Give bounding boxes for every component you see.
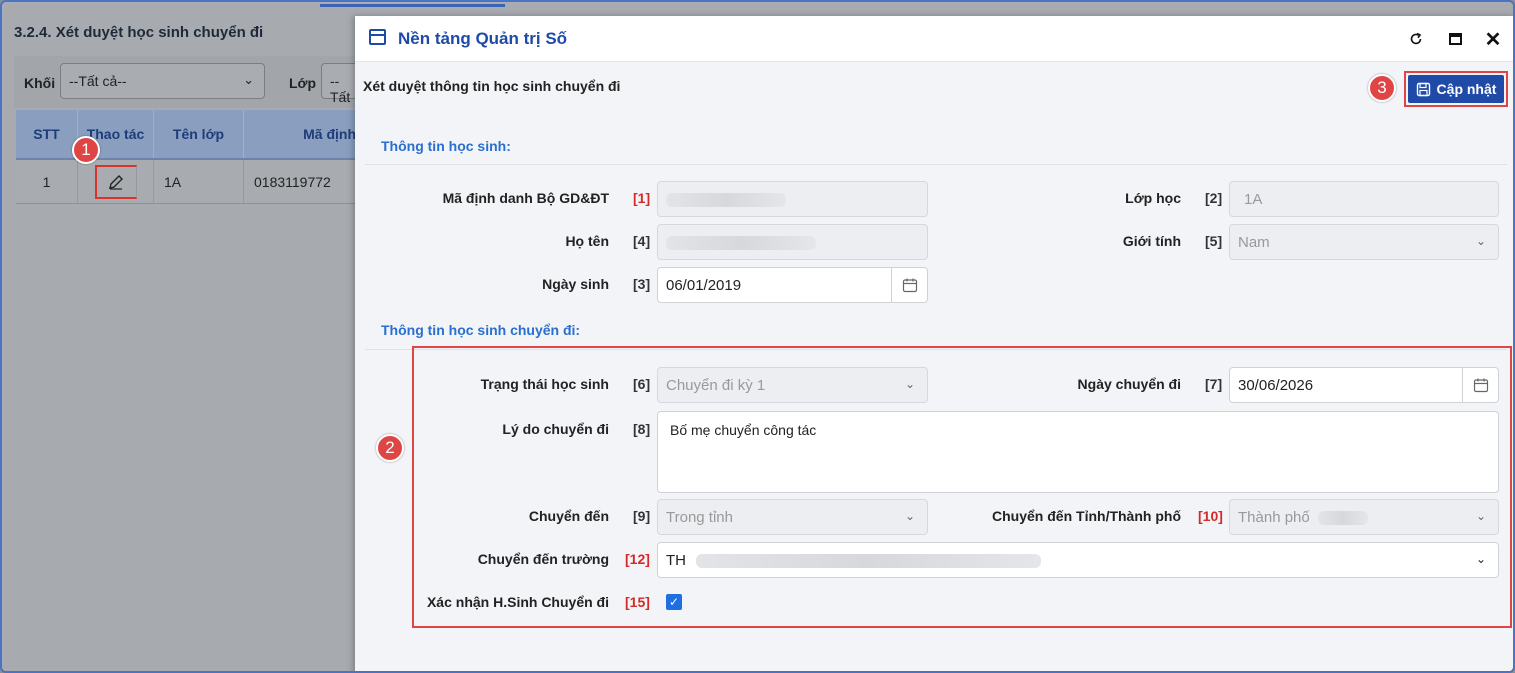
maximize-icon[interactable] — [1444, 28, 1466, 50]
transfer-approval-dialog: Nền tảng Quản trị Số ✕ Xét duyệt thông t… — [355, 16, 1513, 671]
calendar-icon[interactable] — [891, 268, 927, 302]
page-title: 3.2.4. Xét duyệt học sinh chuyển đi — [14, 24, 264, 41]
window-icon — [369, 29, 386, 45]
update-button-label: Cập nhật — [1436, 81, 1497, 97]
cell-actions — [78, 160, 154, 203]
xac-nhan-label: Xác nhận H.Sinh Chuyển đi — [426, 594, 609, 610]
ngay-sinh-index: [3] — [633, 276, 651, 292]
redacted-value — [1317, 511, 1368, 526]
chuyen-den-tinh-label: Chuyển đến Tỉnh/Thành phố — [992, 508, 1181, 524]
active-tab-indicator — [320, 4, 505, 7]
chuyen-den-index: [9] — [633, 508, 651, 524]
filter-khoi-value: --Tất cả-- — [69, 73, 127, 89]
ho-ten-index: [4] — [633, 233, 651, 249]
cell-class: 1A — [154, 160, 244, 203]
ngay-sinh-label: Ngày sinh — [542, 276, 609, 292]
ngay-chuyen-di-index: [7] — [1205, 376, 1223, 392]
lop-hoc-label: Lớp học — [1125, 190, 1181, 206]
gioi-tinh-select[interactable]: Nam ⌄ — [1229, 224, 1499, 260]
ho-ten-label: Họ tên — [565, 233, 609, 249]
dialog-header: Nền tảng Quản trị Số ✕ — [355, 16, 1513, 62]
chuyen-den-tinh-select[interactable]: Thành phố ⌄ — [1229, 499, 1499, 535]
ma-dinh-danh-index: [1] — [633, 190, 651, 206]
section-transfer-info-title: Thông tin học sinh chuyển đi: — [381, 322, 581, 338]
chuyen-den-truong-index: [12] — [625, 551, 650, 567]
table-row[interactable]: 1 1A 0183119772 — [16, 160, 361, 204]
filter-lop-label: Lớp — [289, 75, 317, 91]
chuyen-den-value: Trong tỉnh — [666, 509, 733, 526]
ngay-chuyen-di-datepicker[interactable]: 30/06/2026 — [1229, 367, 1499, 403]
cell-stt: 1 — [16, 160, 78, 203]
redacted-value — [696, 554, 1042, 569]
screenshot-frame: 3.2.4. Xét duyệt học sinh chuyển đi Khối… — [0, 0, 1515, 673]
chevron-down-icon: ⌄ — [1475, 509, 1486, 523]
header-stt: STT — [16, 110, 78, 158]
chevron-down-icon: ⌄ — [904, 377, 915, 391]
ly-do-textarea[interactable]: Bố mẹ chuyển công tác — [657, 411, 1499, 493]
ngay-chuyen-di-label: Ngày chuyển đi — [1077, 376, 1181, 392]
chevron-down-icon: ⌄ — [904, 509, 915, 523]
ngay-sinh-datepicker[interactable]: 06/01/2019 — [657, 267, 928, 303]
calendar-icon[interactable] — [1462, 368, 1498, 402]
dialog-subtitle: Xét duyệt thông tin học sinh chuyển đi — [363, 78, 621, 94]
dialog-title: Nền tảng Quản trị Số — [398, 29, 568, 48]
chuyen-den-tinh-value: Thành phố — [1238, 509, 1310, 526]
ngay-chuyen-di-value: 30/06/2026 — [1238, 377, 1314, 394]
lop-hoc-field: 1A — [1229, 181, 1499, 217]
ly-do-index: [8] — [633, 421, 651, 437]
close-icon[interactable]: ✕ — [1482, 28, 1504, 51]
chuyen-den-tinh-index: [10] — [1198, 508, 1223, 524]
header-ma-dinh: Mã định — [244, 110, 361, 158]
header-ten-lop: Tên lớp — [154, 110, 244, 158]
chevron-down-icon: ⌄ — [243, 72, 254, 87]
ly-do-label: Lý do chuyển đi — [502, 421, 609, 437]
ho-ten-field — [657, 224, 928, 260]
check-icon: ✓ — [668, 595, 680, 609]
ma-dinh-danh-label: Mã định danh Bộ GD&ĐT — [442, 190, 609, 206]
trang-thai-label: Trạng thái học sinh — [480, 376, 609, 392]
pencil-icon — [109, 174, 123, 190]
filter-khoi-select[interactable]: --Tất cả-- ⌄ — [60, 63, 265, 99]
section-divider — [365, 164, 1507, 165]
xac-nhan-index: [15] — [625, 594, 650, 610]
chuyen-den-label: Chuyển đến — [528, 508, 609, 524]
xac-nhan-checkbox[interactable]: ✓ — [666, 594, 682, 610]
gioi-tinh-index: [5] — [1205, 233, 1223, 249]
save-icon — [1416, 82, 1430, 96]
trang-thai-index: [6] — [633, 376, 651, 392]
ngay-sinh-value: 06/01/2019 — [666, 277, 742, 294]
edit-button[interactable] — [94, 164, 137, 199]
filter-lop-value: --Tất — [330, 73, 351, 105]
chevron-down-icon: ⌄ — [1475, 234, 1486, 248]
chevron-down-icon: ⌄ — [1475, 552, 1486, 566]
cell-code: 0183119772 — [244, 160, 361, 203]
gioi-tinh-value: Nam — [1238, 234, 1270, 251]
update-button[interactable]: Cập nhật — [1404, 71, 1508, 107]
step-badge-2: 2 — [376, 434, 404, 462]
chuyen-den-truong-select[interactable]: TH ⌄ — [657, 542, 1499, 578]
section-student-info-title: Thông tin học sinh: — [381, 138, 511, 154]
chuyen-den-select[interactable]: Trong tỉnh ⌄ — [657, 499, 928, 535]
table-header: STT Thao tác Tên lớp Mã định — [16, 110, 361, 160]
redacted-value — [666, 236, 816, 251]
trang-thai-value: Chuyển đi kỳ 1 — [666, 377, 766, 394]
filter-khoi-label: Khối — [24, 75, 56, 91]
chuyen-den-truong-value: TH — [666, 552, 686, 569]
step-badge-1: 1 — [72, 136, 100, 164]
redacted-value — [666, 193, 786, 208]
chuyen-den-truong-label: Chuyển đến trường — [477, 551, 609, 567]
ma-dinh-danh-field — [657, 181, 928, 217]
class-table: STT Thao tác Tên lớp Mã định 1 1A 018311… — [16, 110, 361, 204]
refresh-icon[interactable] — [1405, 28, 1427, 50]
update-button-body: Cập nhật — [1408, 75, 1504, 103]
lop-hoc-index: [2] — [1205, 190, 1223, 206]
step-badge-3: 3 — [1368, 74, 1396, 102]
trang-thai-select[interactable]: Chuyển đi kỳ 1 ⌄ — [657, 367, 928, 403]
gioi-tinh-label: Giới tính — [1122, 233, 1181, 249]
